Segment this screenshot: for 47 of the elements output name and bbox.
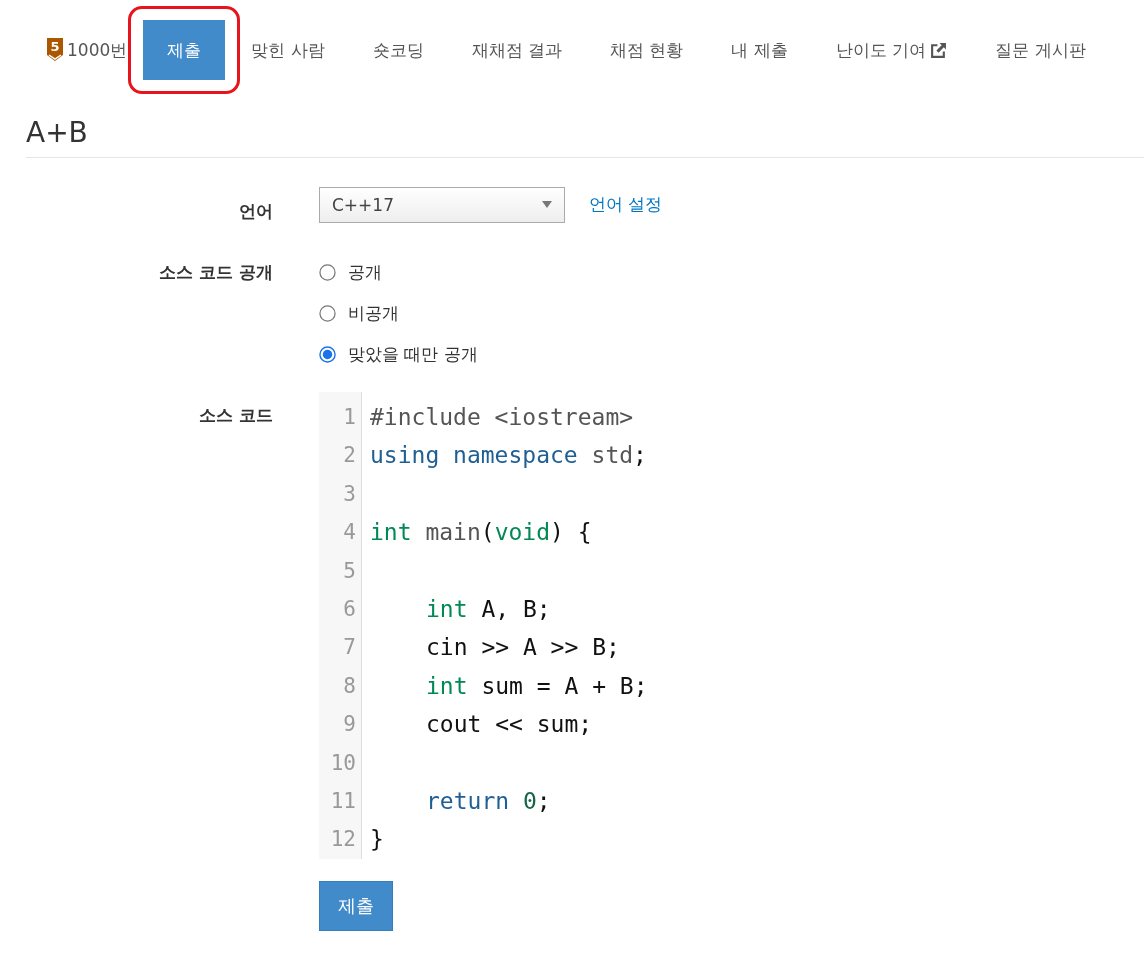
problem-title: A+B — [26, 116, 1144, 158]
radio-label: 맞았을 때만 공개 — [348, 343, 478, 366]
radio-button[interactable] — [319, 264, 336, 281]
code-line: cout << sum; — [425, 710, 594, 740]
language-dropdown[interactable]: C++17 — [319, 186, 565, 223]
nav-tab[interactable]: 난이도 기여 — [811, 20, 972, 80]
line-number: 11 — [329, 787, 357, 815]
nav-tab[interactable]: 맞힌 사람 — [227, 20, 349, 80]
line-number: 6 — [342, 595, 357, 623]
radio-label: 공개 — [348, 261, 382, 284]
line-number: 5 — [342, 557, 357, 585]
radio-label: 비공개 — [348, 302, 399, 325]
tier-badge-icon: 5 — [47, 38, 63, 62]
line-number: 3 — [342, 480, 357, 508]
code-line: int main(void) { — [370, 518, 593, 548]
language-settings-link[interactable]: 언어 설정 — [589, 193, 663, 216]
field-label: 소스 코드 — [198, 404, 273, 427]
nav-tab[interactable]: 제출 — [143, 20, 226, 80]
code-line: using namespace std; — [370, 441, 648, 471]
nav-tab[interactable]: 숏코딩 — [348, 20, 448, 80]
line-number: 10 — [329, 749, 357, 777]
line-number: 2 — [342, 442, 357, 470]
nav-tab[interactable]: 채점 현황 — [586, 20, 708, 80]
submit-button[interactable]: 제출 — [319, 880, 393, 931]
line-number: 1 — [342, 404, 357, 431]
caret-icon — [542, 201, 552, 208]
line-number: 9 — [342, 711, 357, 739]
line-number: 8 — [342, 672, 357, 700]
line-number: 4 — [342, 519, 357, 547]
code-line: } — [370, 825, 385, 855]
line-number: 7 — [342, 634, 357, 662]
code-editor[interactable]: 1 2 3 4 5 6 7 8 9 10 11 12 #include <iostream> using namespace std; int main(void) { int A, B; cin >> A >> B; int sum = A + B; cout << sum; return 0; } — [319, 392, 739, 859]
nav-tab[interactable]: 재채점 결과 — [447, 20, 587, 80]
nav-tab[interactable]: 질문 게시판 — [971, 20, 1110, 80]
code-line: return 0; — [425, 786, 552, 816]
radio-button[interactable] — [319, 305, 336, 322]
nav-tab[interactable]: 내 제출 — [707, 20, 812, 80]
code-line: cin >> A >> B; — [425, 633, 621, 663]
line-number: 12 — [329, 826, 357, 854]
code-line: int sum = A + B; — [425, 671, 648, 701]
code-line: int A, B; — [425, 594, 552, 624]
field-label: 언어 — [238, 200, 273, 223]
external-link-icon — [930, 41, 948, 59]
code-line: #include <iostream> — [370, 403, 635, 432]
radio-button[interactable] — [319, 346, 336, 363]
field-label: 소스 코드 공개 — [158, 261, 273, 284]
problem-number[interactable]: 1000번 — [67, 38, 128, 62]
